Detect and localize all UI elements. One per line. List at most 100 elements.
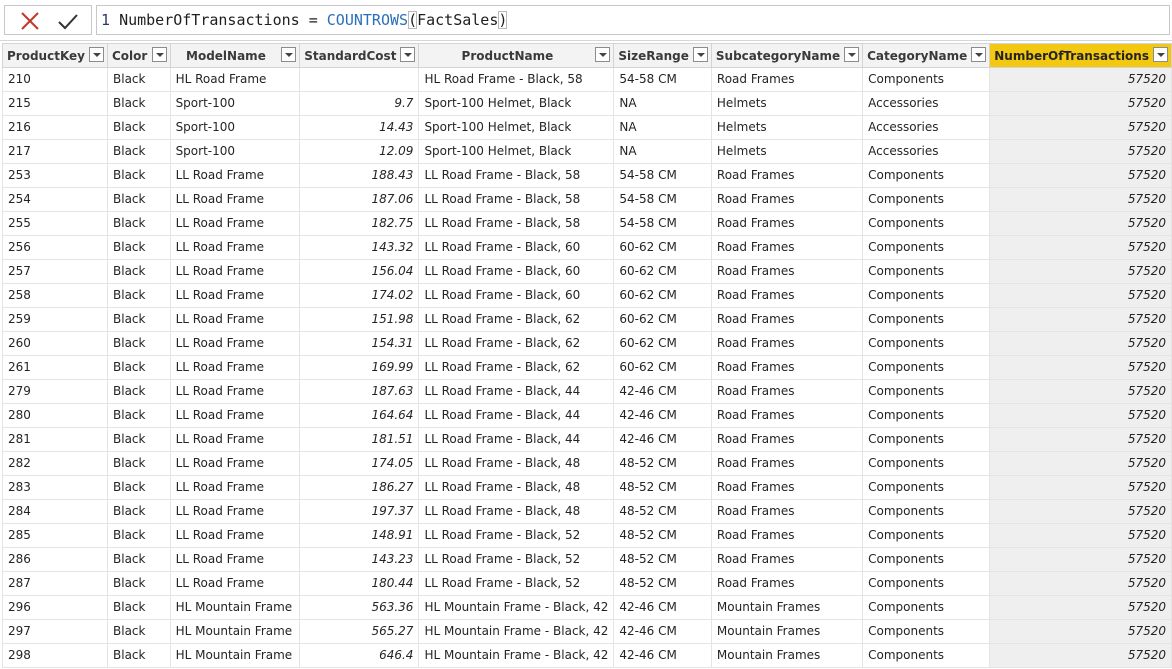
cell-productname[interactable]: LL Road Frame - Black, 44 — [418, 427, 615, 452]
cell-numberoftransactions[interactable]: 57520 — [989, 475, 1172, 500]
cell-productname[interactable]: LL Road Frame - Black, 52 — [418, 523, 615, 548]
table-row[interactable]: 259 Black LL Road Frame 151.98 LL Road Frame… — [2, 307, 1172, 332]
cell-sizerange[interactable]: 42-46 CM — [613, 403, 712, 428]
cell-productname[interactable]: LL Road Frame - Black, 52 — [418, 547, 615, 572]
cell-productname[interactable]: LL Road Frame - Black, 58 — [418, 211, 615, 236]
cell-sizerange[interactable]: 42-46 CM — [613, 643, 712, 668]
filter-dropdown-icon[interactable] — [595, 47, 611, 62]
cell-numberoftransactions[interactable]: 57520 — [989, 163, 1172, 188]
cell-standardcost[interactable]: 143.32 — [299, 235, 420, 260]
cell-categoryname[interactable]: Components — [862, 211, 991, 236]
cell-subcategoryname[interactable]: Road Frames — [710, 67, 864, 92]
table-row[interactable]: 283 Black LL Road Frame 186.27 LL Road Frame… — [2, 475, 1172, 500]
cell-productname[interactable]: HL Mountain Frame - Black, 42 — [418, 643, 615, 668]
cell-standardcost[interactable]: 9.7 — [299, 91, 420, 116]
cell-modelname[interactable]: LL Road Frame — [169, 475, 301, 500]
table-row[interactable]: 260 Black LL Road Frame 154.31 LL Road Frame… — [2, 331, 1172, 356]
column-header-categoryname[interactable]: CategoryName — [862, 43, 991, 68]
cell-subcategoryname[interactable]: Helmets — [710, 91, 864, 116]
cell-standardcost[interactable]: 197.37 — [299, 499, 420, 524]
cell-color[interactable]: Black — [107, 547, 171, 572]
cell-productname[interactable]: LL Road Frame - Black, 60 — [418, 259, 615, 284]
cell-productkey[interactable]: 255 — [2, 211, 108, 236]
cell-sizerange[interactable]: 54-58 CM — [613, 163, 712, 188]
cell-categoryname[interactable]: Components — [862, 427, 991, 452]
cell-sizerange[interactable]: NA — [613, 115, 712, 140]
cell-color[interactable]: Black — [107, 163, 171, 188]
cell-productname[interactable]: Sport-100 Helmet, Black — [418, 139, 615, 164]
table-row[interactable]: 284 Black LL Road Frame 197.37 LL Road Frame… — [2, 499, 1172, 524]
cell-color[interactable]: Black — [107, 187, 171, 212]
cell-productname[interactable]: LL Road Frame - Black, 62 — [418, 307, 615, 332]
filter-dropdown-icon[interactable] — [971, 47, 987, 62]
cell-numberoftransactions[interactable]: 57520 — [989, 619, 1172, 644]
cell-numberoftransactions[interactable]: 57520 — [989, 643, 1172, 668]
cell-categoryname[interactable]: Components — [862, 619, 991, 644]
cell-numberoftransactions[interactable]: 57520 — [989, 67, 1172, 92]
cell-numberoftransactions[interactable]: 57520 — [989, 595, 1172, 620]
filter-dropdown-icon[interactable] — [1153, 47, 1168, 62]
table-row[interactable]: 217 Black Sport-100 12.09 Sport-100 Helmet, … — [2, 139, 1172, 164]
cell-productname[interactable]: HL Road Frame - Black, 58 — [418, 67, 615, 92]
cell-categoryname[interactable]: Components — [862, 571, 991, 596]
cell-modelname[interactable]: LL Road Frame — [169, 331, 301, 356]
column-header-color[interactable]: Color — [107, 43, 171, 68]
cell-categoryname[interactable]: Components — [862, 163, 991, 188]
cell-numberoftransactions[interactable]: 57520 — [989, 283, 1172, 308]
cell-color[interactable]: Black — [107, 379, 171, 404]
cell-subcategoryname[interactable]: Road Frames — [710, 379, 864, 404]
column-header-sizerange[interactable]: SizeRange — [613, 43, 712, 68]
cell-standardcost[interactable]: 187.06 — [299, 187, 420, 212]
cell-categoryname[interactable]: Components — [862, 523, 991, 548]
cell-productname[interactable]: LL Road Frame - Black, 62 — [418, 331, 615, 356]
commit-button[interactable] — [57, 10, 79, 32]
cell-sizerange[interactable]: 54-58 CM — [613, 67, 712, 92]
column-header-standardcost[interactable]: StandardCost — [299, 43, 420, 68]
cell-categoryname[interactable]: Components — [862, 235, 991, 260]
cell-sizerange[interactable]: 42-46 CM — [613, 595, 712, 620]
cell-sizerange[interactable]: 42-46 CM — [613, 427, 712, 452]
cell-color[interactable]: Black — [107, 91, 171, 116]
cell-numberoftransactions[interactable]: 57520 — [989, 427, 1172, 452]
cell-productkey[interactable]: 216 — [2, 115, 108, 140]
cell-productname[interactable]: LL Road Frame - Black, 62 — [418, 355, 615, 380]
cell-modelname[interactable]: LL Road Frame — [169, 187, 301, 212]
cell-numberoftransactions[interactable]: 57520 — [989, 235, 1172, 260]
cell-productname[interactable]: LL Road Frame - Black, 60 — [418, 283, 615, 308]
cancel-button[interactable] — [19, 10, 41, 32]
table-row[interactable]: 297 Black HL Mountain Frame 565.27 HL Mounta… — [2, 619, 1172, 644]
cell-color[interactable]: Black — [107, 619, 171, 644]
cell-color[interactable]: Black — [107, 451, 171, 476]
cell-subcategoryname[interactable]: Road Frames — [710, 187, 864, 212]
cell-subcategoryname[interactable]: Mountain Frames — [710, 595, 864, 620]
cell-productkey[interactable]: 284 — [2, 499, 108, 524]
table-row[interactable]: 216 Black Sport-100 14.43 Sport-100 Helmet, … — [2, 115, 1172, 140]
cell-modelname[interactable]: LL Road Frame — [169, 499, 301, 524]
cell-standardcost[interactable] — [299, 67, 420, 92]
cell-color[interactable]: Black — [107, 139, 171, 164]
table-row[interactable]: 215 Black Sport-100 9.7 Sport-100 Helmet, Bl… — [2, 91, 1172, 116]
cell-standardcost[interactable]: 182.75 — [299, 211, 420, 236]
cell-categoryname[interactable]: Accessories — [862, 115, 991, 140]
cell-productname[interactable]: HL Mountain Frame - Black, 42 — [418, 619, 615, 644]
cell-standardcost[interactable]: 186.27 — [299, 475, 420, 500]
cell-productkey[interactable]: 261 — [2, 355, 108, 380]
cell-subcategoryname[interactable]: Road Frames — [710, 211, 864, 236]
cell-numberoftransactions[interactable]: 57520 — [989, 571, 1172, 596]
cell-modelname[interactable]: LL Road Frame — [169, 523, 301, 548]
cell-sizerange[interactable]: 42-46 CM — [613, 379, 712, 404]
cell-productkey[interactable]: 256 — [2, 235, 108, 260]
cell-subcategoryname[interactable]: Road Frames — [710, 283, 864, 308]
cell-color[interactable]: Black — [107, 259, 171, 284]
cell-numberoftransactions[interactable]: 57520 — [989, 403, 1172, 428]
cell-standardcost[interactable]: 174.05 — [299, 451, 420, 476]
table-row[interactable]: 257 Black LL Road Frame 156.04 LL Road Frame… — [2, 259, 1172, 284]
table-row[interactable]: 253 Black LL Road Frame 188.43 LL Road Frame… — [2, 163, 1172, 188]
cell-standardcost[interactable]: 143.23 — [299, 547, 420, 572]
cell-modelname[interactable]: LL Road Frame — [169, 355, 301, 380]
cell-subcategoryname[interactable]: Road Frames — [710, 451, 864, 476]
cell-modelname[interactable]: LL Road Frame — [169, 307, 301, 332]
cell-sizerange[interactable]: 60-62 CM — [613, 283, 712, 308]
cell-productname[interactable]: LL Road Frame - Black, 52 — [418, 571, 615, 596]
cell-numberoftransactions[interactable]: 57520 — [989, 115, 1172, 140]
